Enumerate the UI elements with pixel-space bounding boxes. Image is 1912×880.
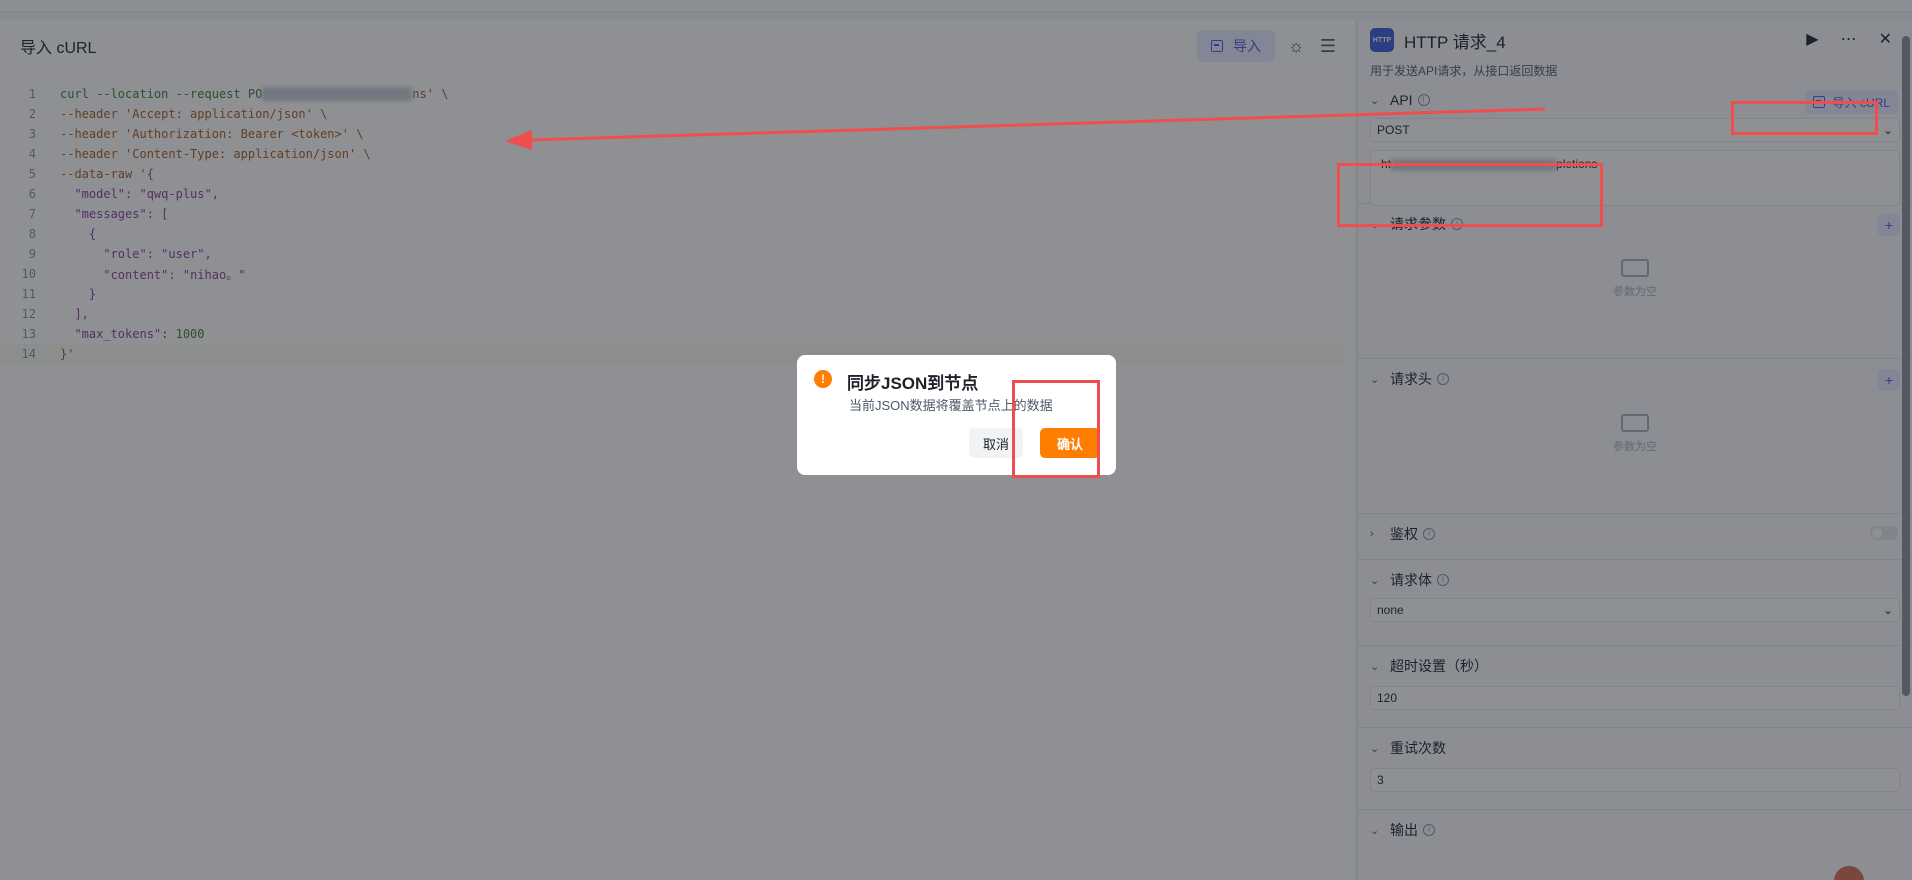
annotation-box-import-curl <box>1731 101 1878 135</box>
annotation-box-confirm <box>1012 380 1100 478</box>
annotation-box-url <box>1337 163 1603 227</box>
warning-icon: ! <box>814 370 832 388</box>
dialog-title: 同步JSON到节点 <box>847 374 979 393</box>
